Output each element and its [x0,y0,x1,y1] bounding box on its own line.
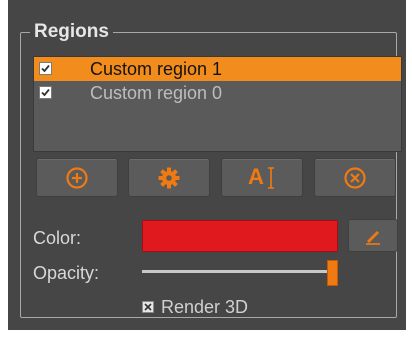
region-checkbox[interactable] [39,86,52,99]
add-region-button[interactable] [36,158,118,197]
rename-region-button[interactable]: A [221,158,303,197]
region-label: Custom region 1 [90,59,223,79]
list-item[interactable]: Custom region 0 [34,81,401,105]
group-title: Regions [30,20,113,44]
color-swatch[interactable] [142,220,338,252]
opacity-slider-handle[interactable] [327,260,338,286]
region-checkbox[interactable] [39,62,52,75]
list-item[interactable]: Custom region 1 [34,57,401,81]
pencil-icon [366,230,380,245]
text-cursor-glyph: A [248,163,264,189]
text-cursor-icon: A [245,163,279,190]
plus-circle-icon [66,166,88,189]
gear-icon [158,167,180,188]
color-label: Color: [33,228,82,248]
region-label: Custom region 0 [90,83,223,103]
delete-region-button[interactable] [314,158,396,197]
checkmark-icon [41,64,50,73]
close-circle-icon [344,166,366,189]
render-3d-label: Render 3D [161,296,249,317]
settings-button[interactable] [128,158,210,197]
opacity-slider-track[interactable] [142,270,332,273]
opacity-label: Opacity: [33,263,100,283]
checkmark-icon [41,88,50,97]
edit-color-button[interactable] [348,219,398,252]
checkbox-icon [142,301,154,313]
regions-list[interactable]: Custom region 1 Custom region 0 [33,56,402,152]
render-3d-checkbox[interactable]: Render 3D [142,296,248,318]
